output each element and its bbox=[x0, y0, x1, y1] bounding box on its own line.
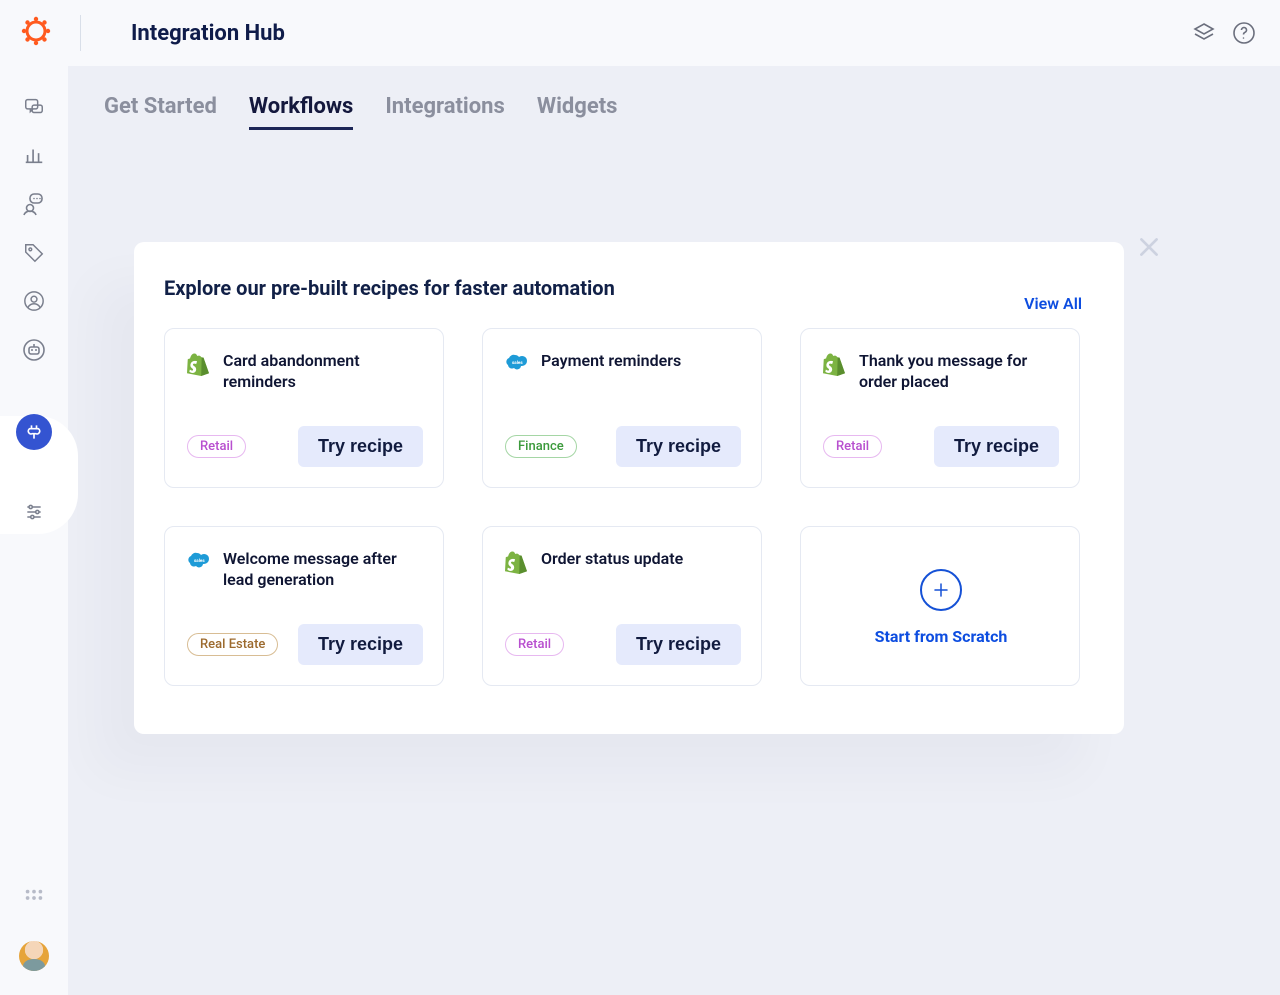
view-all-link[interactable]: View All bbox=[1024, 294, 1082, 313]
nav-bot-icon[interactable] bbox=[22, 338, 46, 362]
recipe-card: Card abandonment reminders Retail Try re… bbox=[164, 328, 444, 488]
tab-bar: Get Started Workflows Integrations Widge… bbox=[68, 66, 1280, 130]
tab-integrations[interactable]: Integrations bbox=[385, 94, 504, 130]
nav-analytics-icon[interactable] bbox=[23, 144, 45, 166]
recipe-title: Order status update bbox=[541, 549, 683, 579]
recipe-card: Thank you message for order placed Retai… bbox=[800, 328, 1080, 488]
tab-workflows[interactable]: Workflows bbox=[249, 94, 354, 130]
layers-icon[interactable] bbox=[1192, 21, 1216, 45]
svg-text:sales: sales bbox=[512, 360, 523, 366]
app-header: Integration Hub bbox=[0, 0, 1280, 66]
try-recipe-button[interactable]: Try recipe bbox=[616, 624, 741, 665]
nav-integrations-icon[interactable] bbox=[16, 414, 52, 450]
recipe-title: Thank you message for order placed bbox=[859, 351, 1059, 393]
app-logo-icon bbox=[20, 15, 52, 51]
shopify-icon bbox=[187, 353, 209, 393]
shopify-icon bbox=[823, 353, 845, 393]
try-recipe-button[interactable]: Try recipe bbox=[934, 426, 1059, 467]
recipe-title: Payment reminders bbox=[541, 351, 681, 375]
category-tag: Retail bbox=[823, 435, 882, 458]
category-tag: Retail bbox=[187, 435, 246, 458]
nav-settings-sliders-icon[interactable] bbox=[23, 502, 45, 522]
start-from-scratch-label: Start from Scratch bbox=[875, 627, 1008, 646]
recipe-card: sales Payment reminders Finance Try reci… bbox=[482, 328, 762, 488]
nav-contact-icon[interactable] bbox=[22, 192, 46, 216]
try-recipe-button[interactable]: Try recipe bbox=[616, 426, 741, 467]
try-recipe-button[interactable]: Try recipe bbox=[298, 624, 423, 665]
tab-widgets[interactable]: Widgets bbox=[537, 94, 618, 130]
try-recipe-button[interactable]: Try recipe bbox=[298, 426, 423, 467]
nav-chat-icon[interactable] bbox=[22, 96, 46, 118]
salesforce-icon: sales bbox=[187, 551, 209, 591]
help-icon[interactable] bbox=[1232, 21, 1256, 45]
recipe-card: Order status update Retail Try recipe bbox=[482, 526, 762, 686]
category-tag: Real Estate bbox=[187, 633, 278, 656]
recipe-title: Card abandonment reminders bbox=[223, 351, 423, 393]
apps-grid-icon[interactable] bbox=[23, 887, 45, 913]
panel-title: Explore our pre-built recipes for faster… bbox=[164, 276, 615, 300]
header-divider bbox=[80, 15, 81, 51]
start-from-scratch-card[interactable]: Start from Scratch bbox=[800, 526, 1080, 686]
recipes-panel: Explore our pre-built recipes for faster… bbox=[134, 242, 1124, 734]
page-title: Integration Hub bbox=[131, 21, 285, 46]
close-icon[interactable] bbox=[1136, 234, 1162, 264]
svg-text:sales: sales bbox=[194, 558, 205, 564]
shopify-icon bbox=[505, 551, 527, 579]
user-avatar[interactable] bbox=[19, 941, 49, 971]
recipe-title: Welcome message after lead generation bbox=[223, 549, 423, 591]
nav-rail bbox=[0, 66, 68, 995]
recipe-grid: Card abandonment reminders Retail Try re… bbox=[164, 328, 1098, 686]
plus-icon bbox=[920, 569, 962, 611]
category-tag: Retail bbox=[505, 633, 564, 656]
category-tag: Finance bbox=[505, 435, 577, 458]
recipe-card: sales Welcome message after lead generat… bbox=[164, 526, 444, 686]
nav-tags-icon[interactable] bbox=[23, 242, 45, 264]
tab-get-started[interactable]: Get Started bbox=[104, 94, 217, 130]
content-area: Get Started Workflows Integrations Widge… bbox=[68, 66, 1280, 995]
salesforce-icon: sales bbox=[505, 353, 527, 375]
nav-user-icon[interactable] bbox=[23, 290, 45, 312]
